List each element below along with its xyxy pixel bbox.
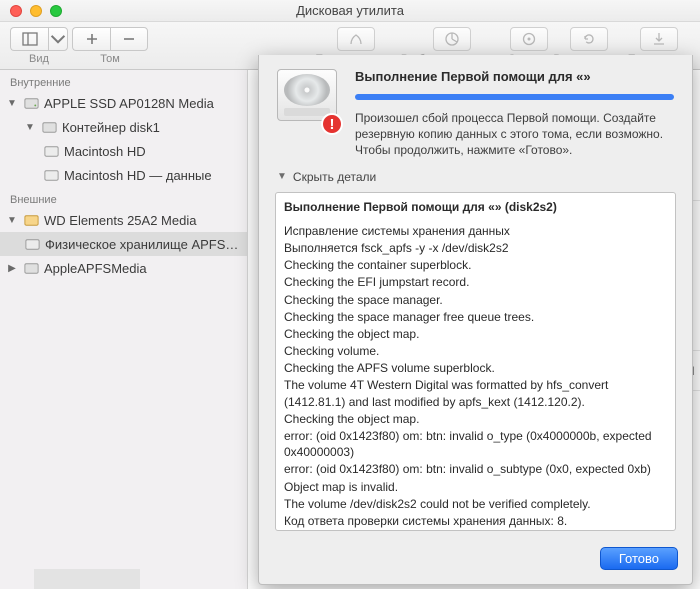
hdd-icon (22, 259, 40, 277)
partition-button[interactable] (433, 27, 471, 51)
volume-icon (42, 166, 60, 184)
erase-button[interactable] (510, 27, 548, 51)
sidebar-item-label: Macintosh HD (64, 144, 146, 159)
disk-error-icon: ! (277, 69, 341, 133)
titlebar: Дисковая утилита (0, 0, 700, 22)
sidebar-item-apfsmedia[interactable]: ▶ AppleAPFSMedia (0, 256, 247, 280)
log-lines: Исправление системы хранения данныхВыпол… (284, 223, 667, 531)
sidebar-item-label: Macintosh HD — данные (64, 168, 212, 183)
view-menu-button[interactable] (48, 27, 68, 51)
add-volume-button[interactable] (72, 27, 110, 51)
volume-icon (42, 142, 60, 160)
log-output[interactable]: Выполнение Первой помощи для «» (disk2s2… (275, 192, 676, 531)
sidebar-toggle-button[interactable] (10, 27, 48, 51)
sidebar-item-container[interactable]: ▼ Контейнер disk1 (0, 115, 247, 139)
toolbar-view-label: Вид (29, 53, 49, 65)
first-aid-sheet: ! Выполнение Первой помощи для «» Произо… (258, 55, 693, 585)
toolbar-view: Вид (10, 27, 68, 65)
toolbar-volume-label: Том (100, 53, 120, 65)
done-button[interactable]: Готово (600, 547, 678, 570)
sidebar-group-external: Внешние (0, 187, 247, 208)
error-badge-icon: ! (321, 113, 343, 135)
sidebar-item-wd[interactable]: ▼ WD Elements 25A2 Media (0, 208, 247, 232)
sidebar-item-label: APPLE SSD AP0128N Media (44, 96, 214, 111)
sidebar-item-label: Контейнер disk1 (62, 120, 160, 135)
chevron-down-icon: ▼ (277, 171, 287, 182)
hdd-icon (22, 94, 40, 112)
sidebar-item-macintosh-hd-data[interactable]: Macintosh HD — данные (0, 163, 247, 187)
window-shadow (34, 569, 140, 589)
sidebar-item-phys-store[interactable]: Физическое хранилище APFS disk (0, 232, 247, 256)
sheet-title: Выполнение Первой помощи для «» (355, 69, 674, 84)
details-toggle[interactable]: ▼ Скрыть детали (259, 167, 692, 192)
progress-bar (355, 94, 674, 100)
sidebar-item-label: AppleAPFSMedia (44, 261, 147, 276)
sidebar-item-label: WD Elements 25A2 Media (44, 213, 196, 228)
sidebar-group-internal: Внутренние (0, 70, 247, 91)
disclosure-icon[interactable]: ▼ (6, 215, 18, 226)
details-toggle-label: Скрыть детали (293, 170, 376, 184)
window-title: Дисковая утилита (0, 3, 700, 18)
hdd-icon (40, 118, 58, 136)
disclosure-icon[interactable]: ▼ (24, 122, 36, 133)
disclosure-icon[interactable]: ▼ (6, 98, 18, 109)
restore-button[interactable] (570, 27, 608, 51)
sidebar: Внутренние ▼ APPLE SSD AP0128N Media ▼ К… (0, 70, 248, 589)
connect-button[interactable] (640, 27, 678, 51)
log-title: Выполнение Первой помощи для «» (disk2s2… (284, 199, 667, 215)
external-hdd-icon (22, 211, 40, 229)
first-aid-button[interactable] (337, 27, 375, 51)
toolbar-volume: Том (72, 27, 148, 65)
remove-volume-button[interactable] (110, 27, 148, 51)
disclosure-icon[interactable]: ▶ (6, 263, 18, 274)
sheet-message: Произошел сбой процесса Первой помощи. С… (355, 110, 674, 159)
sidebar-item-disk0[interactable]: ▼ APPLE SSD AP0128N Media (0, 91, 247, 115)
sidebar-item-label: Физическое хранилище APFS disk (45, 237, 241, 252)
sidebar-item-macintosh-hd[interactable]: Macintosh HD (0, 139, 247, 163)
volume-icon (24, 235, 41, 253)
